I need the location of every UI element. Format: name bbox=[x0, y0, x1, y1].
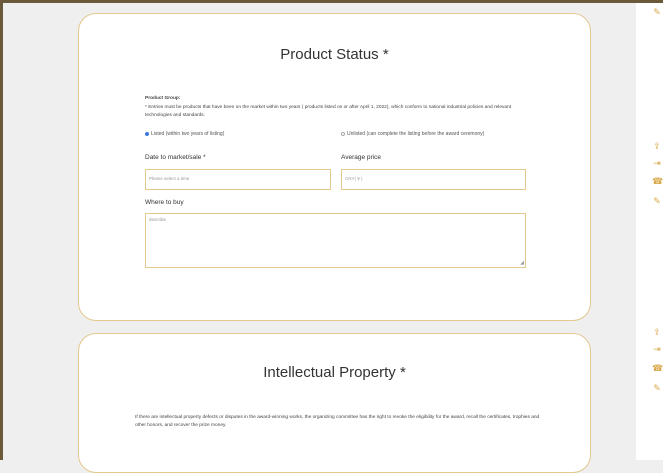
login-icon[interactable]: ⇥ bbox=[652, 345, 662, 355]
top-border bbox=[0, 0, 663, 3]
intellectual-property-text: If there are intellectual property defec… bbox=[135, 415, 540, 428]
date-label: Date to market/sale * bbox=[145, 154, 206, 161]
price-label: Average price bbox=[341, 154, 381, 161]
edit-icon[interactable]: ✎ bbox=[652, 197, 662, 207]
intellectual-property-title: Intellectual Property * bbox=[263, 364, 406, 381]
intellectual-property-card: Intellectual Property * If there are int… bbox=[78, 333, 591, 473]
login-icon[interactable]: ⇥ bbox=[652, 159, 662, 169]
share-icon[interactable]: ⇪ bbox=[652, 328, 662, 338]
radio-unlisted[interactable]: Unlisted (can complete the listing befor… bbox=[341, 131, 484, 137]
product-group-note: * Entries must be products that have bee… bbox=[145, 105, 512, 118]
price-input-placeholder: CNY( ¥ ) bbox=[345, 176, 363, 181]
radio-dot-checked bbox=[145, 132, 149, 136]
left-border bbox=[0, 0, 3, 460]
resize-handle-icon[interactable]: ◢ bbox=[520, 261, 524, 266]
radio-dot-unchecked bbox=[341, 132, 345, 136]
where-label: Where to buy bbox=[145, 199, 184, 206]
product-status-card: Product Status * Product Group: * Entrie… bbox=[78, 13, 591, 321]
where-textarea[interactable]: describe ◢ bbox=[145, 213, 526, 268]
phone-icon[interactable]: ☎ bbox=[652, 364, 663, 374]
radio-unlisted-label: Unlisted (can complete the listing befor… bbox=[347, 131, 485, 137]
share-icon[interactable]: ⇪ bbox=[652, 142, 662, 152]
product-status-title: Product Status * bbox=[280, 46, 389, 63]
radio-listed[interactable]: Listed (within two years of listing) bbox=[145, 131, 224, 137]
phone-icon[interactable]: ☎ bbox=[652, 177, 663, 187]
edit-icon[interactable]: ✎ bbox=[652, 384, 662, 394]
right-toolbar: ✎ ⇪ ⇥ ☎ ✎ ⇪ ⇥ ☎ ✎ bbox=[636, 3, 663, 460]
date-input-placeholder: Please select a time bbox=[149, 176, 190, 181]
product-group-label: Product Group: bbox=[145, 96, 181, 101]
date-input[interactable]: Please select a time bbox=[145, 169, 331, 190]
where-textarea-placeholder: describe bbox=[149, 217, 167, 222]
price-input[interactable]: CNY( ¥ ) bbox=[341, 169, 526, 190]
edit-icon[interactable]: ✎ bbox=[652, 8, 662, 18]
radio-listed-label: Listed (within two years of listing) bbox=[151, 131, 225, 137]
